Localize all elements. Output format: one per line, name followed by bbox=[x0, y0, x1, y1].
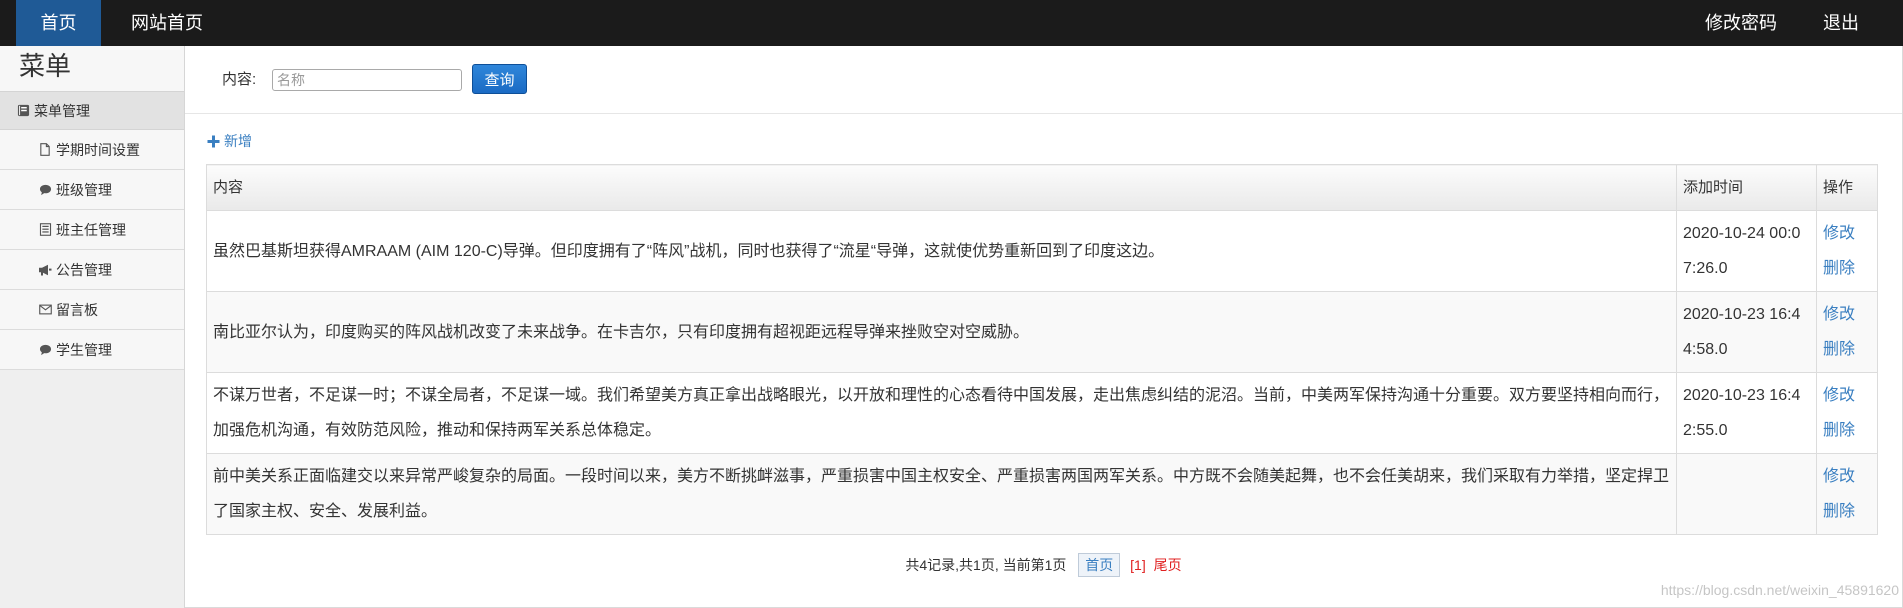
actions-cell: 修改 删除 bbox=[1816, 291, 1878, 373]
table-header: 内容 添加时间 操作 bbox=[206, 164, 1878, 211]
content-cell: 虽然巴基斯坦获得AMRAAM (AIM 120-C)导弹。但印度拥有了“阵风”战… bbox=[206, 210, 1677, 292]
edit-link[interactable]: 修改 bbox=[1823, 459, 1871, 494]
book-icon bbox=[16, 104, 30, 117]
pagination-summary: 共4记录,共1页, 当前第1页 bbox=[905, 557, 1067, 573]
delete-link[interactable]: 删除 bbox=[1823, 494, 1871, 529]
content-cell: 不谋万世者，不足谋一时；不谋全局者，不足谋一域。我们希望美方真正拿出战略眼光，以… bbox=[206, 372, 1677, 454]
sidebar-item-label: 公告管理 bbox=[56, 261, 112, 278]
main-panel: 内容: 查询 新增 内容 添加时间 操作 虽然巴基斯坦获得AMRAAM (AIM… bbox=[185, 46, 1903, 608]
top-navbar: 首页 网站首页 修改密码 退出 bbox=[0, 0, 1903, 46]
bullhorn-icon bbox=[38, 264, 52, 276]
sidebar-item-head-teacher-management[interactable]: 班主任管理 bbox=[0, 210, 184, 250]
plus-icon bbox=[206, 135, 220, 148]
list-alt-icon bbox=[38, 223, 52, 236]
search-button[interactable]: 查询 bbox=[472, 64, 527, 94]
sidebar-item-label: 留言板 bbox=[56, 301, 98, 318]
envelope-icon bbox=[38, 304, 52, 315]
table-row: 不谋万世者，不足谋一时；不谋全局者，不足谋一域。我们希望美方真正拿出战略眼光，以… bbox=[206, 372, 1878, 454]
sidebar: 菜单 菜单管理 学期时间设置 班级管理 班主任管理 公告管理 留言板 学生管理 bbox=[0, 46, 185, 608]
edit-link[interactable]: 修改 bbox=[1823, 216, 1871, 251]
column-header-added-time: 添加时间 bbox=[1676, 164, 1817, 211]
first-page-button[interactable]: 首页 bbox=[1078, 553, 1121, 577]
sidebar-group-menu-management[interactable]: 菜单管理 bbox=[0, 91, 184, 130]
edit-link[interactable]: 修改 bbox=[1823, 297, 1871, 332]
add-button[interactable]: 新增 bbox=[206, 132, 252, 150]
content-cell: 前中美关系正面临建交以来异常严峻复杂的局面。一段时间以来，美方不断挑衅滋事，严重… bbox=[206, 453, 1677, 535]
actions-cell: 修改 删除 bbox=[1816, 210, 1878, 292]
sidebar-item-semester-settings[interactable]: 学期时间设置 bbox=[0, 130, 184, 170]
actions-cell: 修改 删除 bbox=[1816, 453, 1878, 535]
add-button-label: 新增 bbox=[224, 133, 252, 149]
table-body: 虽然巴基斯坦获得AMRAAM (AIM 120-C)导弹。但印度拥有了“阵风”战… bbox=[206, 210, 1878, 535]
file-icon bbox=[38, 143, 52, 156]
search-input[interactable] bbox=[272, 69, 462, 91]
search-label: 内容: bbox=[222, 71, 257, 88]
logout-link[interactable]: 退出 bbox=[1823, 0, 1859, 46]
nav-link-site-home[interactable]: 网站首页 bbox=[131, 0, 203, 46]
last-page-link[interactable]: 尾页 bbox=[1154, 557, 1182, 573]
sidebar-item-label: 学生管理 bbox=[56, 341, 112, 358]
sidebar-item-message-board[interactable]: 留言板 bbox=[0, 290, 184, 330]
current-page-indicator: [1] bbox=[1130, 557, 1146, 573]
sidebar-item-label: 班级管理 bbox=[56, 181, 112, 198]
sidebar-item-announcement-management[interactable]: 公告管理 bbox=[0, 250, 184, 290]
column-header-actions: 操作 bbox=[1816, 164, 1878, 211]
table-header-row: 内容 添加时间 操作 bbox=[206, 164, 1878, 211]
sidebar-item-label: 学期时间设置 bbox=[56, 141, 140, 158]
table-row: 虽然巴基斯坦获得AMRAAM (AIM 120-C)导弹。但印度拥有了“阵风”战… bbox=[206, 210, 1878, 292]
delete-link[interactable]: 删除 bbox=[1823, 413, 1871, 448]
column-header-content: 内容 bbox=[206, 164, 1677, 211]
table-row: 前中美关系正面临建交以来异常严峻复杂的局面。一段时间以来，美方不断挑衅滋事，严重… bbox=[206, 453, 1878, 535]
sidebar-item-class-management[interactable]: 班级管理 bbox=[0, 170, 184, 210]
change-password-link[interactable]: 修改密码 bbox=[1705, 0, 1777, 46]
table-row: 南比亚尔认为，印度购买的阵风战机改变了未来战争。在卡吉尔，只有印度拥有超视距远程… bbox=[206, 291, 1878, 373]
added-time-cell: 2020-10-24 00:07:26.0 bbox=[1676, 210, 1817, 292]
added-time-cell: 2020-10-23 16:42:55.0 bbox=[1676, 372, 1817, 454]
sidebar-title: 菜单 bbox=[0, 46, 184, 91]
nav-tab-home[interactable]: 首页 bbox=[16, 0, 101, 46]
comment-icon bbox=[38, 184, 52, 196]
edit-link[interactable]: 修改 bbox=[1823, 378, 1871, 413]
added-time-cell: 2020-10-23 16:44:58.0 bbox=[1676, 291, 1817, 373]
watermark-text: https://blog.csdn.net/weixin_45891620 bbox=[1660, 582, 1899, 598]
content-cell: 南比亚尔认为，印度购买的阵风战机改变了未来战争。在卡吉尔，只有印度拥有超视距远程… bbox=[206, 291, 1677, 373]
sidebar-item-label: 班主任管理 bbox=[56, 221, 126, 238]
sidebar-group-label: 菜单管理 bbox=[34, 102, 90, 119]
delete-link[interactable]: 删除 bbox=[1823, 332, 1871, 367]
added-time-cell bbox=[1676, 453, 1817, 535]
content-table: 内容 添加时间 操作 虽然巴基斯坦获得AMRAAM (AIM 120-C)导弹。… bbox=[206, 164, 1878, 535]
pagination: 共4记录,共1页, 当前第1页 首页 [1] 尾页 bbox=[185, 553, 1902, 577]
comment-icon bbox=[38, 344, 52, 356]
actions-cell: 修改 删除 bbox=[1816, 372, 1878, 454]
sidebar-item-student-management[interactable]: 学生管理 bbox=[0, 330, 184, 370]
delete-link[interactable]: 删除 bbox=[1823, 251, 1871, 286]
search-form: 内容: 查询 bbox=[185, 46, 1902, 114]
